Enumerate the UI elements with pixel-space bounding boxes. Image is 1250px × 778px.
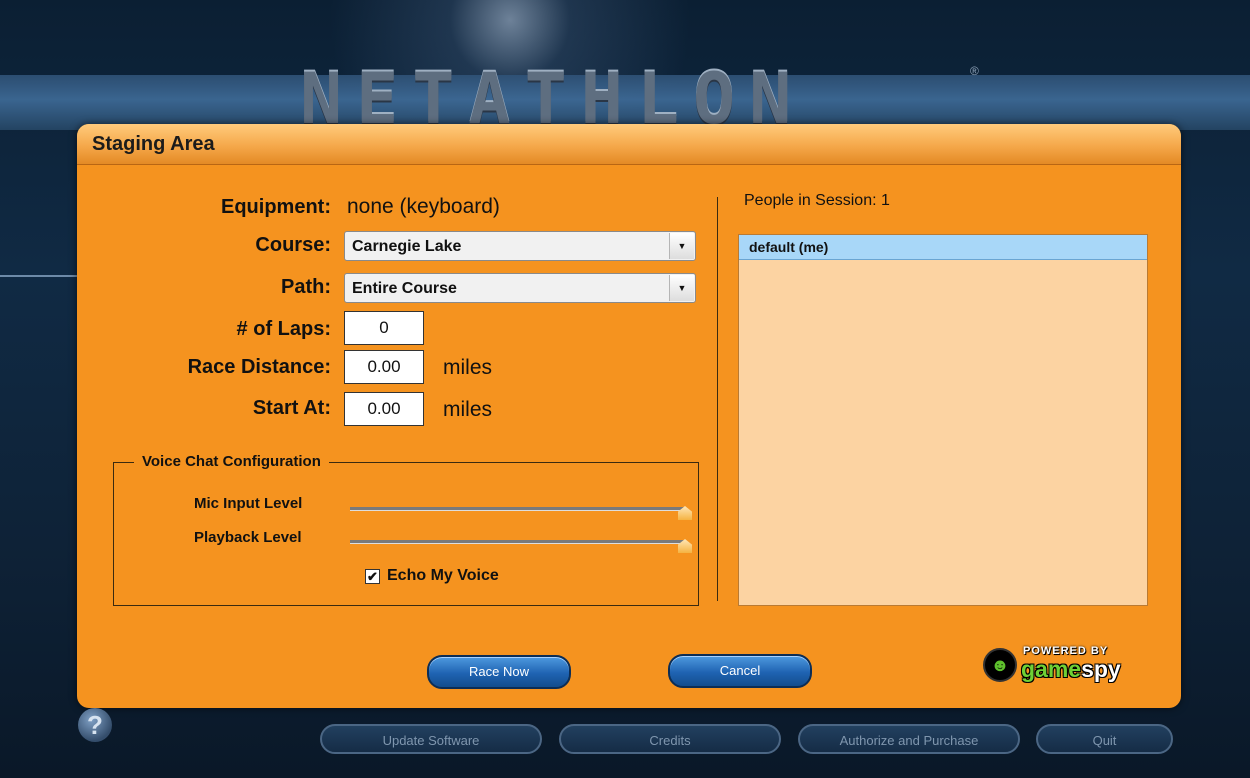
voice-chat-group: Voice Chat Configuration Mic Input Level… — [113, 453, 699, 606]
gamespy-logo: ☻ POWERED BY gamespy — [983, 642, 1143, 684]
registered-mark: ® — [970, 64, 979, 78]
staging-area-panel: Staging Area Equipment: none (keyboard) … — [77, 124, 1181, 708]
race-distance-unit: miles — [443, 356, 493, 379]
list-item[interactable]: default (me) — [739, 235, 1147, 260]
panel-divider — [717, 197, 718, 601]
race-now-button[interactable]: Race Now — [427, 655, 571, 689]
mic-input-slider[interactable] — [350, 507, 685, 511]
panel-title-bar: Staging Area — [77, 124, 1181, 165]
gamespy-game-text: game — [1021, 656, 1082, 682]
course-select[interactable]: Carnegie Lake ▼ — [344, 231, 696, 261]
people-in-session-label: People in Session: 1 — [744, 192, 890, 209]
path-label: Path: — [281, 276, 331, 298]
background-line — [0, 275, 78, 277]
race-distance-label: Race Distance: — [187, 356, 331, 378]
gamespy-wordmark: gamespy — [1021, 656, 1121, 683]
playback-label: Playback Level — [194, 529, 302, 546]
course-select-value: Carnegie Lake — [352, 238, 462, 255]
chevron-down-icon[interactable]: ▼ — [669, 275, 694, 301]
mic-input-label: Mic Input Level — [194, 495, 303, 512]
echo-my-voice-label[interactable]: Echo My Voice — [387, 567, 499, 585]
list-item-label: default (me) — [749, 239, 829, 255]
echo-my-voice-checkbox[interactable]: ✔ — [365, 569, 380, 584]
panel-title: Staging Area — [92, 133, 215, 155]
credits-button[interactable]: Credits — [559, 724, 781, 754]
authorize-and-purchase-button[interactable]: Authorize and Purchase — [798, 724, 1020, 754]
voice-chat-legend: Voice Chat Configuration — [134, 453, 329, 470]
path-select-value: Entire Course — [352, 280, 457, 297]
equipment-value: none (keyboard) — [347, 195, 500, 218]
playback-slider[interactable] — [350, 540, 685, 544]
start-at-input[interactable]: 0.00 — [344, 392, 424, 426]
start-at-label: Start At: — [252, 397, 331, 419]
chevron-down-icon[interactable]: ▼ — [669, 233, 694, 259]
laps-input[interactable]: 0 — [344, 311, 424, 345]
cancel-button[interactable]: Cancel — [668, 654, 812, 688]
path-select[interactable]: Entire Course ▼ — [344, 273, 696, 303]
race-distance-input[interactable]: 0.00 — [344, 350, 424, 384]
gamespy-logo-icon: ☻ — [983, 648, 1017, 682]
session-people-list[interactable]: default (me) — [738, 234, 1148, 606]
course-label: Course: — [255, 234, 331, 256]
gamespy-spy-text: spy — [1081, 656, 1121, 682]
quit-button[interactable]: Quit — [1036, 724, 1173, 754]
laps-label: # of Laps: — [236, 318, 331, 340]
equipment-label: Equipment: — [221, 196, 331, 218]
start-at-unit: miles — [443, 398, 493, 421]
update-software-button[interactable]: Update Software — [320, 724, 542, 754]
help-icon[interactable]: ? — [78, 708, 112, 742]
